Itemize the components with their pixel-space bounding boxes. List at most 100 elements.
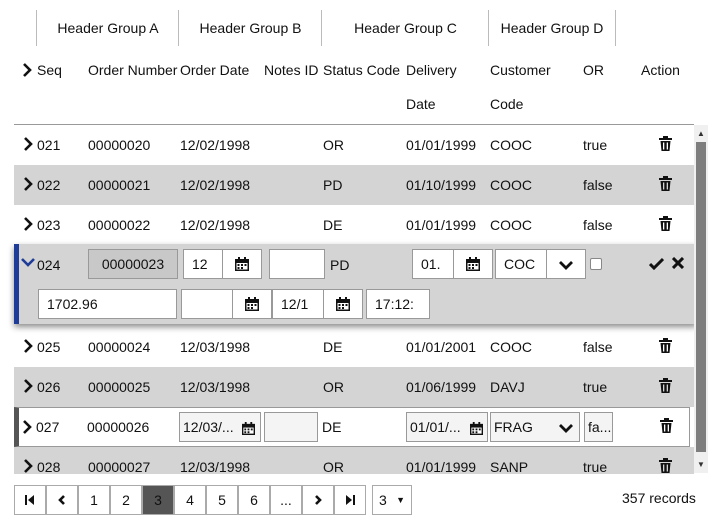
header-group-b: Header Group B: [178, 10, 322, 46]
header-group-c: Header Group C: [321, 10, 489, 46]
page-6-button[interactable]: 6: [238, 485, 270, 515]
last-page-button[interactable]: [334, 485, 366, 515]
trash-icon[interactable]: [659, 378, 672, 393]
time-input[interactable]: 17:12:: [366, 289, 430, 319]
order-date-input[interactable]: 12: [183, 249, 223, 279]
customer-code-select[interactable]: COC: [495, 249, 547, 279]
calendar-icon[interactable]: [453, 249, 493, 279]
page-size-select[interactable]: 3 ▼: [372, 485, 412, 515]
page-5-button[interactable]: 5: [206, 485, 238, 515]
date-input-2[interactable]: [181, 289, 233, 319]
cell-customer: SANP: [490, 459, 529, 474]
checkmark-icon[interactable]: [649, 257, 664, 270]
col-customer-code-line2[interactable]: Code: [490, 96, 523, 112]
notes-id-input[interactable]: [269, 249, 325, 279]
col-notes-id[interactable]: Notes ID: [264, 62, 318, 78]
close-icon[interactable]: [672, 257, 684, 269]
chevron-right-icon[interactable]: [23, 379, 33, 393]
cell-seq: 022: [37, 177, 61, 193]
page-4-button[interactable]: 4: [174, 485, 206, 515]
trash-icon[interactable]: [659, 338, 672, 353]
cell-seq: 025: [37, 339, 61, 355]
first-page-button[interactable]: [14, 485, 46, 515]
col-order-number[interactable]: Order Number: [88, 62, 177, 78]
col-order-date[interactable]: Order Date: [180, 62, 249, 78]
cell-seq: 021: [37, 137, 61, 153]
cell-or: true: [583, 459, 608, 474]
cell-order-number: 00000025: [88, 379, 151, 395]
cell-customer: COOC: [490, 339, 532, 355]
trash-icon[interactable]: [659, 176, 672, 191]
col-delivery-date-line1[interactable]: Delivery: [406, 62, 457, 78]
amount-input[interactable]: 1702.96: [38, 289, 177, 319]
calendar-icon[interactable]: [232, 289, 272, 319]
cell-order-number: 00000024: [88, 339, 151, 355]
cell-or: false: [583, 177, 613, 193]
or-input[interactable]: fa...: [584, 412, 613, 442]
chevron-down-icon[interactable]: [21, 257, 35, 267]
date-input-3[interactable]: 12/1: [272, 289, 324, 319]
table-row[interactable]: 028 00000027 12/03/1998 OR 01/01/1999 SA…: [14, 447, 694, 474]
chevron-right-icon[interactable]: [23, 177, 33, 191]
cell-seq: 026: [37, 379, 61, 395]
chevron-right-icon[interactable]: [23, 137, 33, 151]
cell-status: DE: [323, 217, 343, 233]
table-row-selected[interactable]: 027 00000026 12/03/... DE 01/01/... FRAG…: [14, 407, 690, 447]
cell-order-date: 12/02/1998: [180, 217, 251, 233]
trash-icon[interactable]: [659, 458, 672, 473]
record-count: 357 records: [622, 490, 696, 506]
trash-icon[interactable]: [660, 418, 673, 433]
delivery-date-input[interactable]: 01.: [412, 249, 454, 279]
prev-page-button[interactable]: [46, 485, 78, 515]
header-group-d: Header Group D: [488, 10, 616, 46]
chevron-down-icon[interactable]: [559, 423, 573, 433]
col-seq[interactable]: Seq: [37, 62, 62, 78]
notes-id-input[interactable]: [264, 412, 318, 442]
cell-order-date: 12/03/1998: [180, 459, 251, 474]
col-delivery-date-line2[interactable]: Date: [406, 96, 436, 112]
edit-row: 024 00000023 12 PD 01. COC 1702.96 12/1 …: [14, 244, 697, 324]
cell-order-date: 12/03/1998: [180, 339, 251, 355]
table-row[interactable]: 026 00000025 12/03/1998 OR 01/06/1999 DA…: [14, 367, 694, 407]
table-row[interactable]: 023 00000022 12/02/1998 DE 01/01/1999 CO…: [14, 205, 694, 245]
scrollbar-thumb[interactable]: [696, 142, 706, 452]
chevron-right-icon[interactable]: [23, 459, 33, 473]
scroll-down-icon[interactable]: ▼: [694, 458, 708, 472]
cell-order-date: 12/03/1998: [180, 379, 251, 395]
cell-delivery: 01/01/1999: [406, 459, 477, 474]
table-row[interactable]: 021 00000020 12/02/1998 OR 01/01/1999 CO…: [14, 125, 694, 165]
page-3-button[interactable]: 3: [142, 485, 174, 515]
next-page-button[interactable]: [302, 485, 334, 515]
scroll-up-icon[interactable]: ▲: [694, 127, 708, 141]
chevron-right-icon[interactable]: [23, 339, 33, 353]
trash-icon[interactable]: [659, 136, 672, 151]
table-row[interactable]: 022 00000021 12/02/1998 PD 01/10/1999 CO…: [14, 165, 694, 205]
calendar-icon[interactable]: [242, 422, 255, 435]
or-checkbox[interactable]: [590, 258, 602, 270]
expand-all-toggle[interactable]: [22, 62, 32, 78]
calendar-icon[interactable]: [323, 289, 363, 319]
table-row[interactable]: 025 00000024 12/03/1998 DE 01/01/2001 CO…: [14, 327, 694, 367]
trash-icon[interactable]: [659, 216, 672, 231]
chevron-right-icon[interactable]: [22, 420, 32, 434]
order-number-input: 00000023: [88, 249, 178, 279]
page-2-button[interactable]: 2: [110, 485, 142, 515]
cell-customer: COOC: [490, 217, 532, 233]
page-more-button[interactable]: ...: [270, 485, 302, 515]
cell-status: OR: [323, 137, 344, 153]
col-or[interactable]: OR: [583, 62, 604, 78]
page-1-button[interactable]: 1: [78, 485, 110, 515]
cell-order-number: 00000027: [88, 459, 151, 474]
col-customer-code-line1[interactable]: Customer: [490, 62, 551, 78]
chevron-down-icon[interactable]: [546, 249, 586, 279]
caret-down-icon: ▼: [396, 495, 405, 505]
cell-seq: 023: [37, 217, 61, 233]
cell-or: true: [583, 379, 608, 395]
cell-status: PD: [323, 177, 343, 193]
cell-seq: 028: [37, 459, 61, 474]
chevron-right-icon[interactable]: [23, 217, 33, 231]
cell-order-date: 12/02/1998: [180, 177, 251, 193]
col-status-code[interactable]: Status Code: [323, 62, 400, 78]
calendar-icon[interactable]: [222, 249, 262, 279]
calendar-icon[interactable]: [470, 422, 483, 435]
